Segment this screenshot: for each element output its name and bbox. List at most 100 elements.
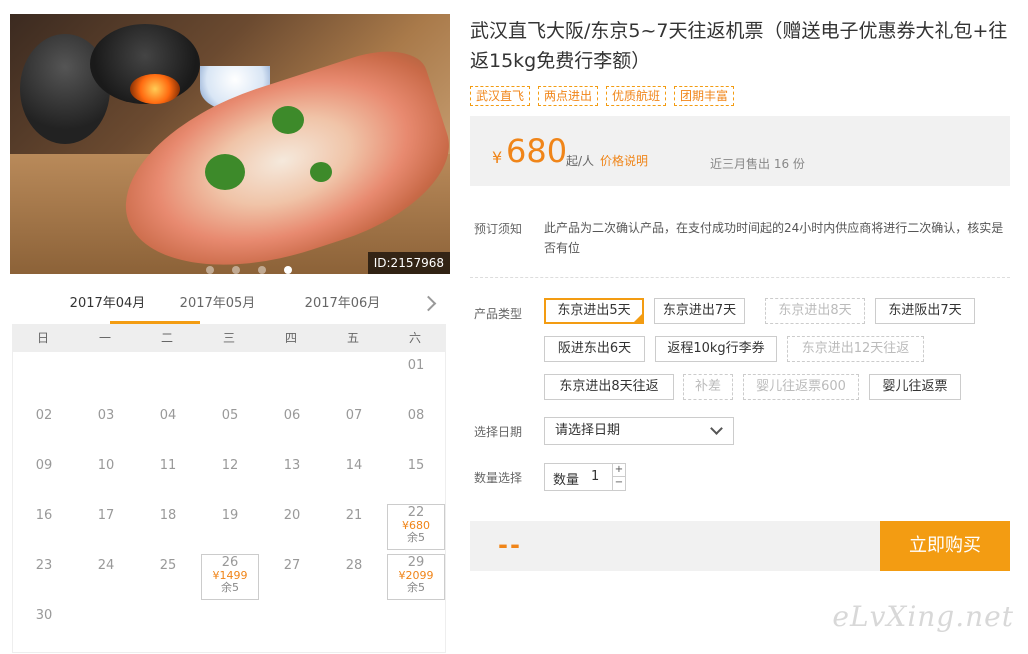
calendar-day: 09 [13,452,75,502]
calendar-day-number: 26 [221,555,239,570]
calendar-day-number: 06 [283,408,301,423]
price-unit: 起/人 [566,154,595,168]
product-tag: 优质航班 [606,86,667,106]
calendar-day: 15 [385,452,447,502]
calendar-day-number: 14 [345,458,363,473]
image-fire [130,74,180,104]
calendar-day-number: 29 [407,555,425,570]
calendar-day-remaining: 余5 [221,581,239,594]
image-garnish [310,162,332,182]
price-amount: 680 [506,132,568,170]
calendar-day: 27 [261,552,323,602]
price-box: ¥ 680 起/人 价格说明 近三月售出 16 份 [470,116,1010,186]
calendar-day: 24 [75,552,137,602]
product-type-option[interactable]: 婴儿往返票600 [743,374,859,400]
product-tag: 团期丰富 [674,86,735,106]
month-tab[interactable]: 2017年04月 [60,286,200,324]
product-type-option[interactable]: 东京进出5天 [544,298,644,324]
product-type-option[interactable]: 阪进东出6天 [544,336,645,362]
calendar-day-number: 05 [221,408,239,423]
calendar-day-number: 03 [97,408,115,423]
date-select-value: 请选择日期 [555,423,621,438]
quantity-label: 数量选择 [474,471,523,485]
product-type-option[interactable]: 东京进出8天往返 [544,374,674,400]
calendar-day[interactable]: 22 ¥680 余5 [387,504,445,550]
quantity-increase-button[interactable]: + [612,464,625,477]
calendar-day: 10 [75,452,137,502]
departure-calendar: 2017年04月 2017年05月 2017年06月 日 一 二 三 四 五 六… [10,286,450,653]
product-type-label: 产品类型 [474,307,523,321]
calendar-day: 01 [385,352,447,402]
chevron-down-icon [710,422,723,435]
product-tag: 两点进出 [538,86,599,106]
price-explain-link[interactable]: 价格说明 [600,152,648,169]
site-watermark: eLvXing.net [832,600,1014,633]
calendar-day-number: 19 [221,508,239,523]
quantity-decrease-button[interactable]: − [612,477,625,490]
product-type-option[interactable]: 东京进出12天往返 [787,336,924,362]
weekday-label: 六 [408,331,421,345]
calendar-day: 06 [261,402,323,452]
notice-text: 此产品为二次确认产品，在支付成功时间起的24小时内供应商将进行二次确认，核实是否… [544,221,1004,255]
calendar-day: 16 [13,502,75,552]
calendar-day[interactable]: 29 ¥2099 余5 [387,554,445,600]
calendar-day: 28 [323,552,385,602]
calendar-day[interactable]: 26 ¥1499 余5 [201,554,259,600]
calendar-day-number: 22 [407,505,425,520]
month-tab[interactable]: 2017年06月 [280,286,405,324]
calendar-day-number: 11 [159,458,177,473]
total-price: -- [498,531,522,559]
calendar-day: 23 [13,552,75,602]
calendar-grid: 01 02 03 04 05 06 07 08 09 10 11 12 13 14 15 16 17 18 19 20… [12,352,446,653]
calendar-day-number: 24 [97,558,115,573]
calendar-day: 19 [199,502,261,552]
weekday-label: 一 [98,331,111,345]
calendar-day: 20 [261,502,323,552]
buy-bar: -- 立即购买 [470,521,1010,571]
product-type-option[interactable]: 返程10kg行李券 [655,336,777,362]
calendar-day: 12 [199,452,261,502]
calendar-day: 25 [137,552,199,602]
calendar-day-number: 21 [345,508,363,523]
divider [470,277,1010,278]
month-tab[interactable]: 2017年05月 [155,286,280,324]
image-garnish [205,154,245,190]
product-type-option[interactable]: 补差 [683,374,733,400]
currency-symbol: ¥ [492,148,503,167]
calendar-day-number: 25 [159,558,177,573]
calendar-day-number: 20 [283,508,301,523]
calendar-empty-cell [323,352,385,402]
product-image[interactable]: ID:2157968 [10,14,450,274]
calendar-day-number: 27 [283,558,301,573]
product-type-option[interactable]: 东京进出7天 [654,298,745,324]
carousel-dot-active[interactable] [284,266,292,274]
calendar-day-number: 16 [35,508,53,523]
quantity-input[interactable]: 1 [591,469,599,484]
calendar-day-number: 04 [159,408,177,423]
calendar-day-number: 18 [159,508,177,523]
calendar-empty-cell [261,352,323,402]
weekday-label: 四 [284,331,297,345]
product-type-option[interactable]: 东京进出8天 [765,298,865,324]
calendar-day-number: 17 [97,508,115,523]
weekday-label: 二 [160,331,173,345]
chevron-right-icon[interactable] [420,294,440,314]
product-tag: 武汉直飞 [470,86,531,106]
date-select[interactable]: 请选择日期 [544,417,734,445]
sales-count: 近三月售出 16 份 [710,157,805,171]
calendar-day-number: 08 [407,408,425,423]
calendar-day: 18 [137,502,199,552]
product-type-option[interactable]: 婴儿往返票 [869,374,961,400]
carousel-dot[interactable] [206,266,214,274]
carousel-dot[interactable] [258,266,266,274]
buy-now-button[interactable]: 立即购买 [880,521,1010,571]
carousel-dot[interactable] [232,266,240,274]
calendar-day-number: 12 [221,458,239,473]
calendar-day-number: 13 [283,458,301,473]
date-select-label: 选择日期 [474,425,523,439]
carousel-dots [206,266,292,274]
weekday-label: 日 [36,331,49,345]
calendar-day-remaining: 余5 [407,531,425,544]
product-type-option[interactable]: 东进阪出7天 [875,298,975,324]
weekday-header: 日 一 二 三 四 五 六 [12,324,446,352]
